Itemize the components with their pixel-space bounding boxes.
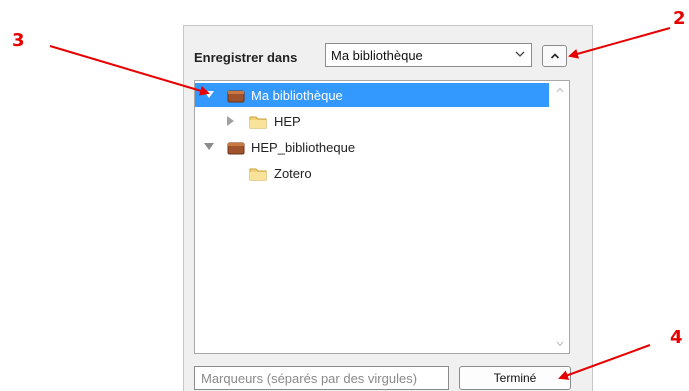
arrow-2	[568, 27, 671, 59]
callout-2: 2	[673, 8, 686, 29]
callout-3: 3	[12, 30, 25, 51]
arrow-3	[49, 45, 210, 96]
arrow-4	[558, 344, 651, 380]
annotation-arrows	[49, 27, 671, 380]
callout-4: 4	[670, 327, 683, 348]
